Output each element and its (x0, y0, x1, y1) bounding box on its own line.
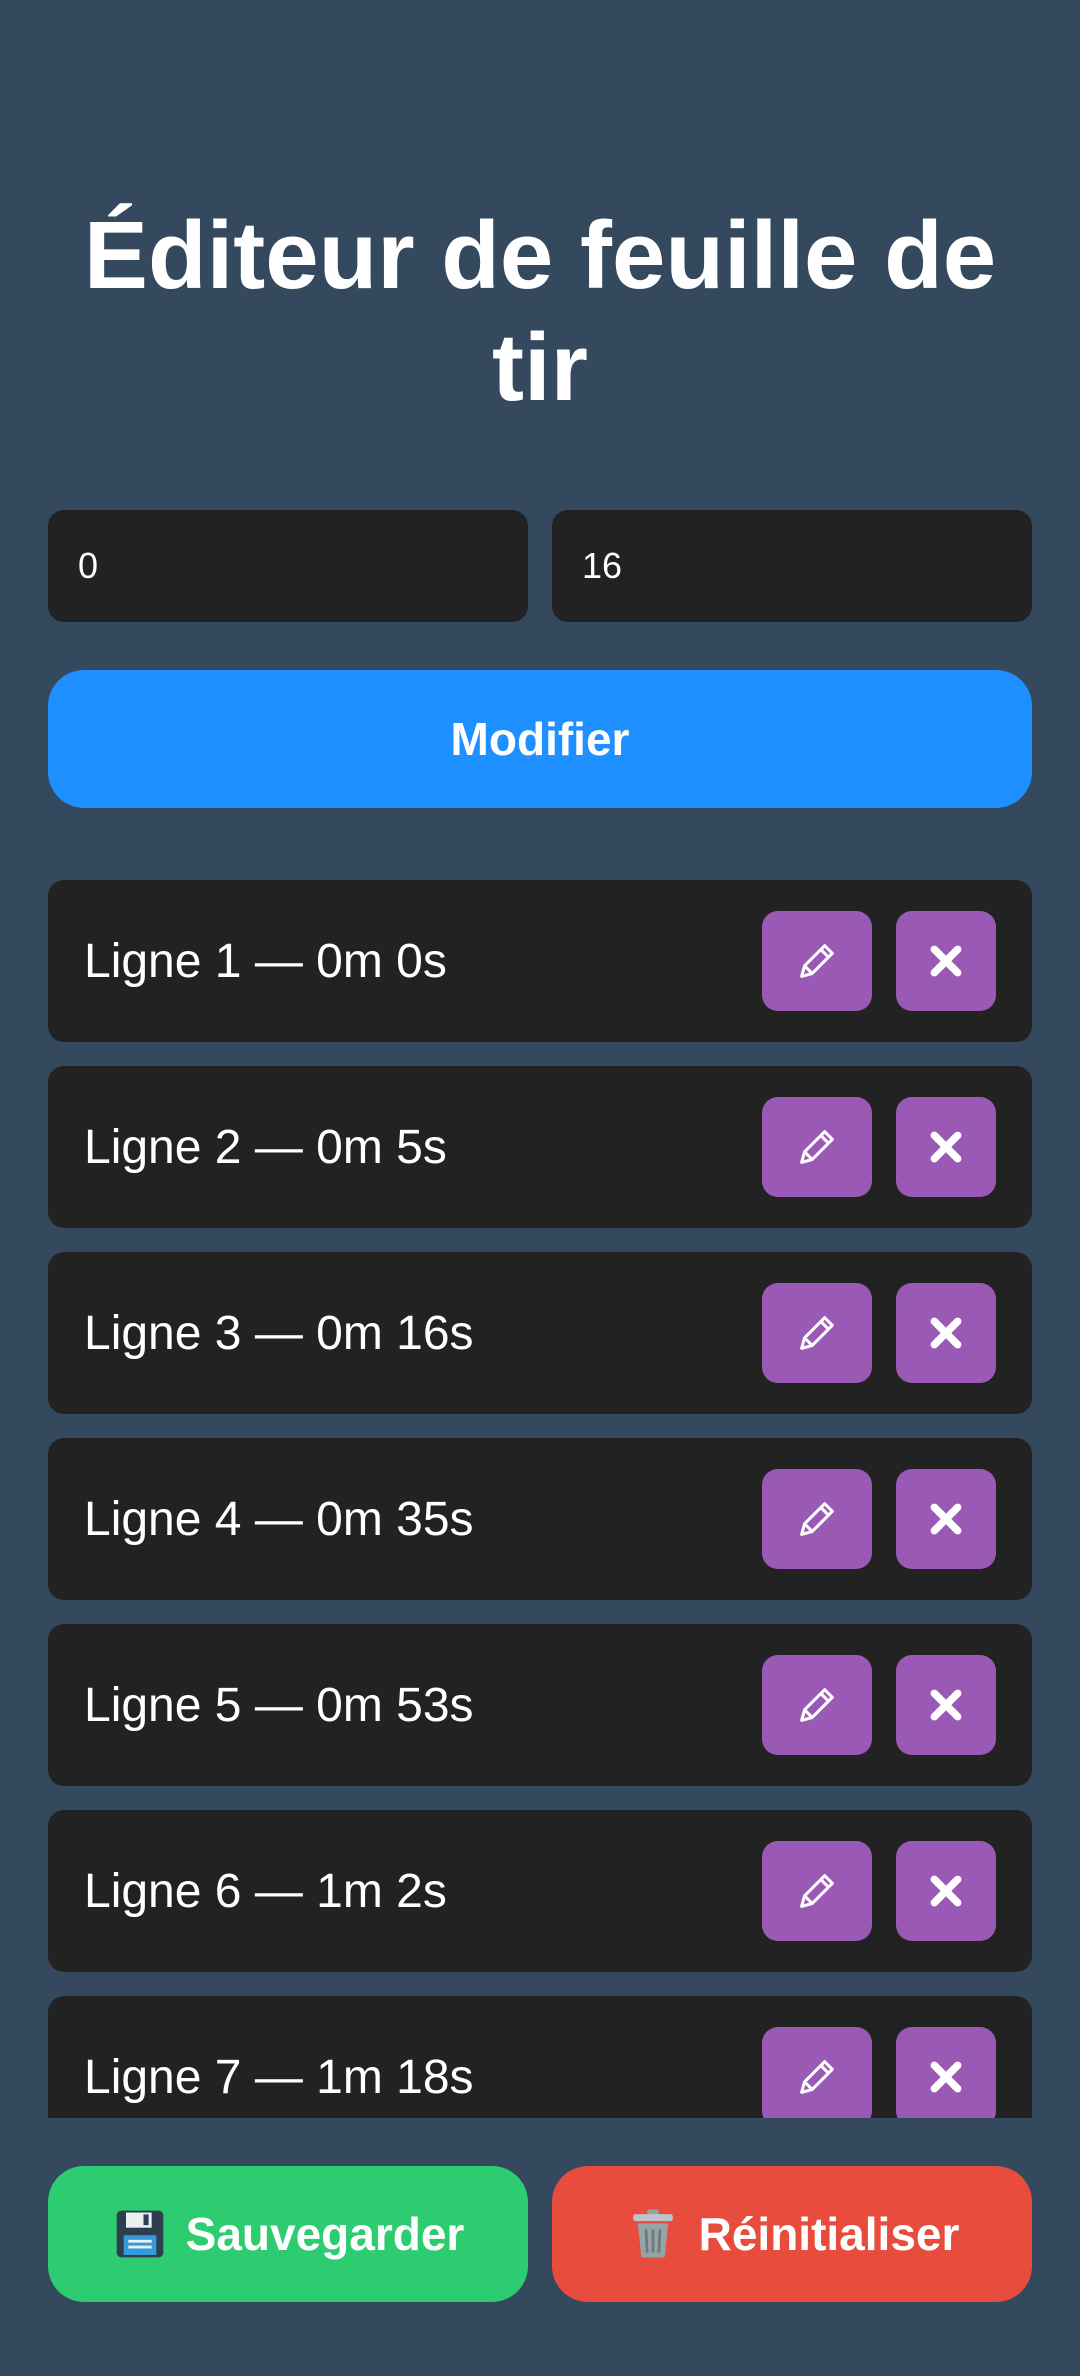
edit-row-button[interactable] (762, 1841, 872, 1941)
save-label: Sauvegarder (185, 2208, 465, 2260)
cross-icon (926, 941, 966, 981)
pencil-icon (794, 938, 840, 984)
edit-row-button[interactable] (762, 911, 872, 1011)
delete-row-button[interactable] (896, 1469, 996, 1569)
delete-row-button[interactable] (896, 1655, 996, 1755)
floppy-disk-icon (112, 2206, 168, 2262)
cross-icon (926, 1127, 966, 1167)
footer-actions: Sauvegarder Réinitialiser (48, 2166, 1032, 2302)
row-label: Ligne 1 — 0m 0s (84, 934, 447, 988)
list-item: Ligne 1 — 0m 0s (48, 880, 1032, 1042)
cross-icon (926, 1871, 966, 1911)
delete-row-button[interactable] (896, 1283, 996, 1383)
modify-button[interactable]: Modifier (48, 670, 1032, 808)
edit-row-button[interactable] (762, 1469, 872, 1569)
pencil-icon (794, 1310, 840, 1356)
list-item: Ligne 2 — 0m 5s (48, 1066, 1032, 1228)
row-label: Ligne 6 — 1m 2s (84, 1864, 447, 1918)
minutes-input[interactable] (48, 510, 528, 622)
pencil-icon (794, 1124, 840, 1170)
save-button[interactable]: Sauvegarder (48, 2166, 528, 2302)
edit-row-button[interactable] (762, 1283, 872, 1383)
row-label: Ligne 7 — 1m 18s (84, 2050, 474, 2104)
list-item: Ligne 6 — 1m 2s (48, 1810, 1032, 1972)
cross-icon (926, 1685, 966, 1725)
pencil-icon (794, 1682, 840, 1728)
list-item: Ligne 5 — 0m 53s (48, 1624, 1032, 1786)
delete-row-button[interactable] (896, 2027, 996, 2118)
cross-icon (926, 1499, 966, 1539)
list-item: Ligne 4 — 0m 35s (48, 1438, 1032, 1600)
reset-button[interactable]: Réinitialiser (552, 2166, 1032, 2302)
delete-row-button[interactable] (896, 1841, 996, 1941)
time-inputs (48, 510, 1032, 622)
pencil-icon (794, 1496, 840, 1542)
page-title: Éditeur de feuille de tir (83, 202, 997, 421)
row-label: Ligne 4 — 0m 35s (84, 1492, 474, 1546)
trash-icon (625, 2206, 681, 2262)
cross-icon (926, 2057, 966, 2097)
edit-row-button[interactable] (762, 1097, 872, 1197)
pencil-icon (794, 1868, 840, 1914)
list-item: Ligne 3 — 0m 16s (48, 1252, 1032, 1414)
delete-row-button[interactable] (896, 911, 996, 1011)
row-label: Ligne 2 — 0m 5s (84, 1120, 447, 1174)
row-label: Ligne 5 — 0m 53s (84, 1678, 474, 1732)
delete-row-button[interactable] (896, 1097, 996, 1197)
pencil-icon (794, 2054, 840, 2100)
row-list[interactable]: Ligne 1 — 0m 0s Ligne 2 — 0m 5s Ligne 3 … (48, 880, 1032, 2118)
seconds-input[interactable] (552, 510, 1032, 622)
reset-label: Réinitialiser (698, 2208, 960, 2260)
row-label: Ligne 3 — 0m 16s (84, 1306, 474, 1360)
edit-row-button[interactable] (762, 1655, 872, 1755)
cross-icon (926, 1313, 966, 1353)
edit-row-button[interactable] (762, 2027, 872, 2118)
list-item: Ligne 7 — 1m 18s (48, 1996, 1032, 2118)
